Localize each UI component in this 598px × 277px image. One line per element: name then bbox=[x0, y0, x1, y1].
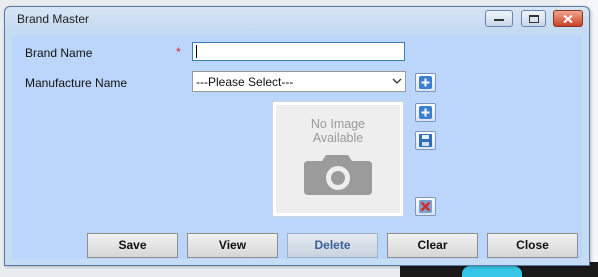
text-caret bbox=[196, 45, 197, 58]
form-area: Brand Name * Manufacture Name ---Please … bbox=[12, 35, 582, 259]
view-button[interactable]: View bbox=[187, 233, 278, 258]
brand-name-input[interactable] bbox=[192, 42, 405, 61]
close-button[interactable]: Close bbox=[487, 233, 578, 258]
plus-icon bbox=[419, 106, 432, 119]
manufacture-name-select[interactable]: ---Please Select--- bbox=[192, 71, 406, 92]
save-button[interactable]: Save bbox=[87, 233, 178, 258]
remove-image-button[interactable] bbox=[415, 197, 436, 216]
no-image-placeholder: No Image Available bbox=[276, 105, 400, 213]
title-bar[interactable]: Brand Master bbox=[5, 7, 589, 31]
brand-master-window: Brand Master Brand Name * Manufacture Na… bbox=[4, 6, 590, 266]
minimize-icon bbox=[494, 18, 504, 21]
add-image-button[interactable] bbox=[415, 103, 436, 122]
available-text: Available bbox=[312, 131, 364, 145]
background-graphic bbox=[462, 266, 522, 277]
save-image-button[interactable] bbox=[415, 131, 436, 150]
delete-button[interactable]: Delete bbox=[287, 233, 378, 258]
plus-icon bbox=[419, 76, 432, 89]
maximize-icon bbox=[528, 14, 539, 23]
manufacture-name-label: Manufacture Name bbox=[25, 76, 128, 90]
brand-name-label: Brand Name bbox=[25, 46, 93, 60]
minimize-button[interactable] bbox=[485, 10, 513, 27]
close-icon bbox=[563, 14, 573, 23]
floppy-disk-icon bbox=[419, 134, 432, 147]
required-marker: * bbox=[176, 45, 181, 59]
maximize-button[interactable] bbox=[521, 10, 546, 27]
delete-icon bbox=[419, 200, 432, 213]
camera-icon bbox=[304, 155, 372, 195]
close-window-button[interactable] bbox=[553, 10, 583, 27]
window-title: Brand Master bbox=[17, 12, 90, 26]
no-image-text: No Image bbox=[310, 117, 366, 131]
add-manufacturer-button[interactable] bbox=[415, 73, 436, 92]
brand-image-preview: No Image Available bbox=[272, 101, 404, 217]
clear-button[interactable]: Clear bbox=[387, 233, 478, 258]
chevron-down-icon bbox=[392, 78, 402, 84]
manufacture-selected-value: ---Please Select--- bbox=[196, 75, 294, 89]
